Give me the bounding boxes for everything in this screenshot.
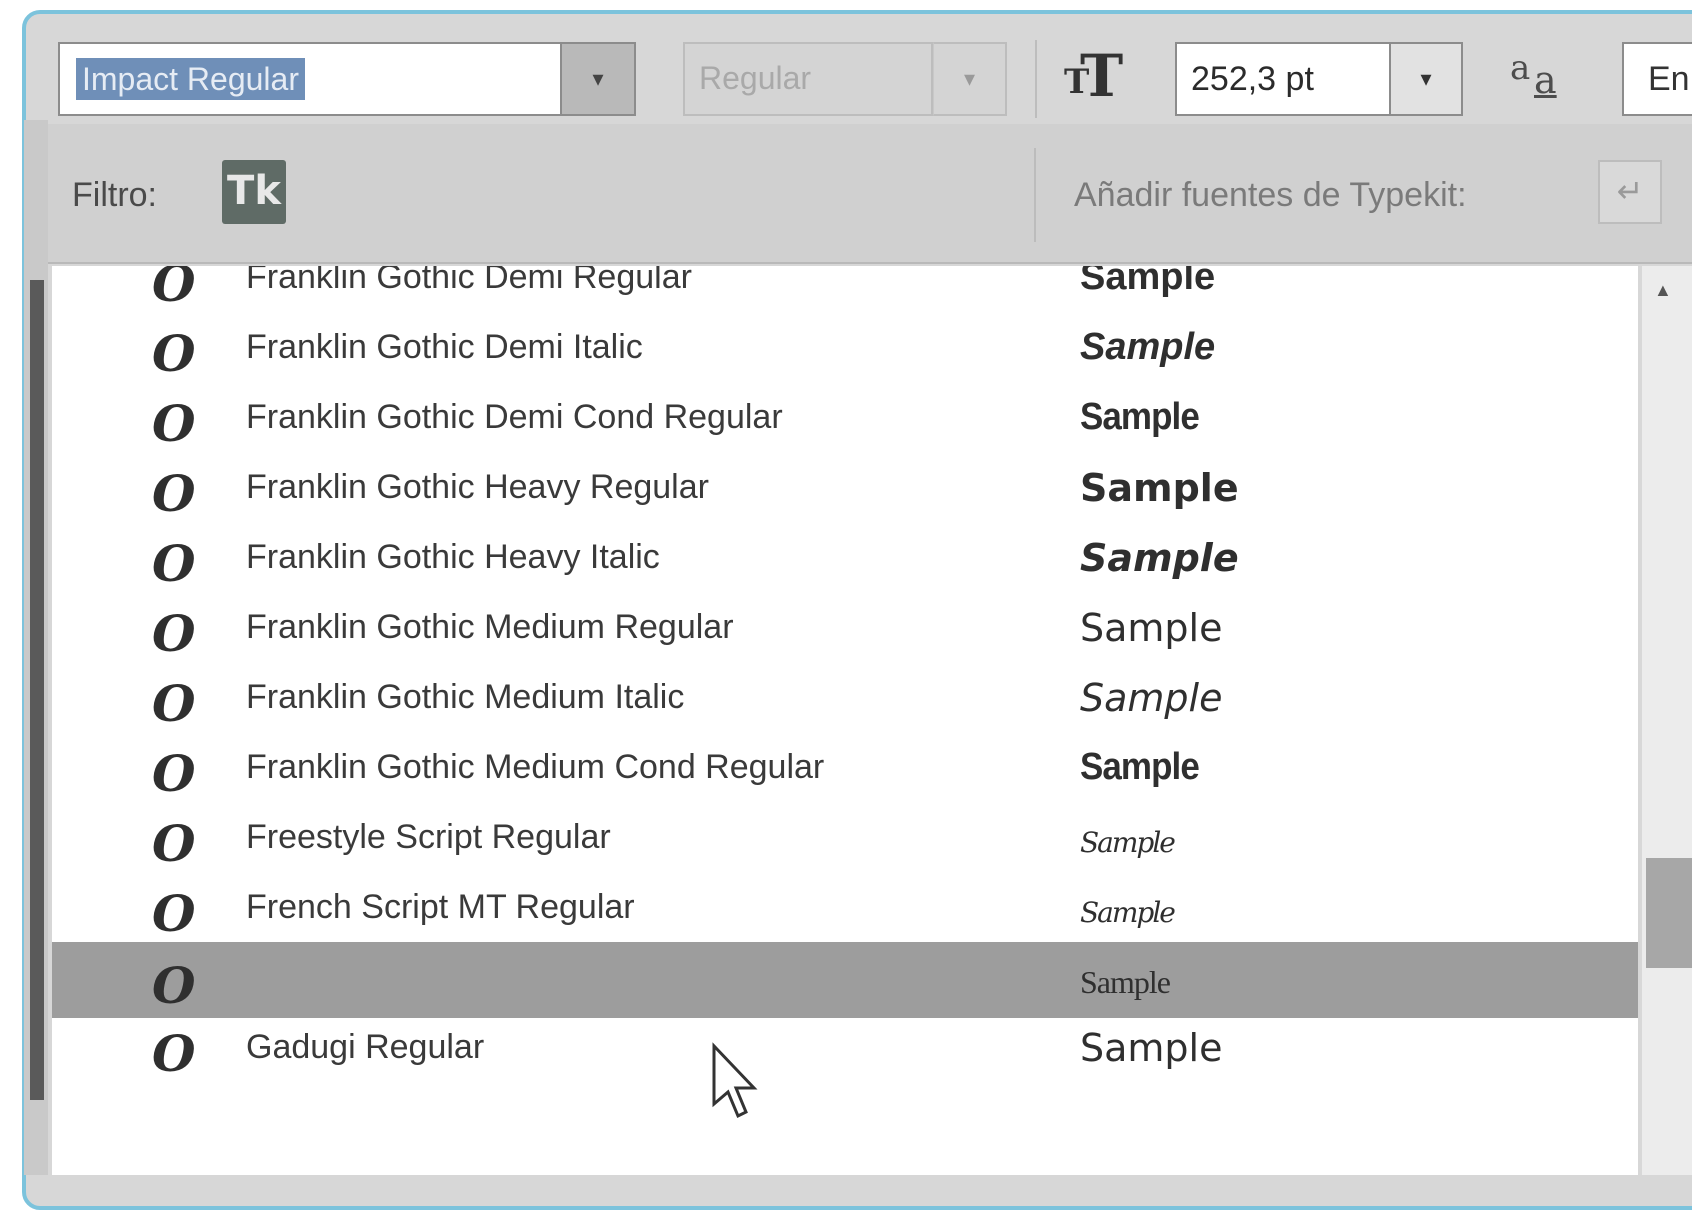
font-family-value[interactable]: Impact Regular <box>76 58 305 100</box>
font-sample-preview: Sample <box>1080 606 1223 650</box>
font-sample-preview: Sample <box>1080 466 1239 510</box>
font-list-item[interactable]: O Franklin Gothic Heavy Italic Sample <box>52 520 1638 596</box>
font-name: French Script MT Regular <box>246 888 635 926</box>
font-sample-preview: Sample <box>1080 266 1216 298</box>
add-typekit-fonts-button[interactable]: ↵ <box>1598 160 1662 224</box>
chevron-down-icon: ▾ <box>963 66 976 91</box>
font-name: Franklin Gothic Medium Italic <box>246 678 685 716</box>
chevron-down-icon: ▾ <box>1420 66 1432 91</box>
font-filter-bar: Filtro: Tk Añadir fuentes de Typekit: ↵ <box>48 124 1692 264</box>
font-list-item[interactable]: O Gadugi Regular Sample <box>52 1010 1638 1086</box>
opentype-font-icon: O <box>152 324 196 383</box>
font-list-item[interactable]: O Franklin Gothic Medium Regular Sample <box>52 590 1638 666</box>
font-list-item[interactable]: O Franklin Gothic Medium Italic Sample <box>52 660 1638 736</box>
font-style-value: Regular <box>699 60 812 96</box>
font-sample-preview: Sample <box>1080 964 1171 1000</box>
font-list-item[interactable]: O French Script MT Regular Sample <box>52 870 1638 946</box>
font-sample-preview: Sample <box>1080 326 1216 368</box>
opentype-font-icon: O <box>152 674 196 733</box>
scroll-up-arrow-icon[interactable]: ▲ <box>1654 280 1672 301</box>
font-list: O Franklin Gothic Demi Regular Sample O Fran… <box>52 266 1638 1175</box>
opentype-font-icon: O <box>152 884 196 943</box>
opentype-font-icon: O <box>152 604 196 663</box>
font-sample-preview: Sample <box>1080 676 1223 720</box>
language-value: En <box>1648 60 1690 98</box>
font-name: Franklin Gothic Demi Cond Regular <box>246 398 783 436</box>
font-list-item[interactable]: O Freestyle Script Regular Sample <box>52 800 1638 876</box>
font-size-input[interactable]: 252,3 pt <box>1175 42 1391 116</box>
font-sample-preview: Sample <box>1080 746 1200 788</box>
toolbar-divider <box>1035 40 1037 118</box>
filter-divider <box>1034 148 1036 242</box>
canvas-dark-strip <box>30 280 44 1100</box>
typekit-filter-button[interactable]: Tk <box>222 160 286 224</box>
font-name: Franklin Gothic Demi Regular <box>246 266 692 296</box>
opentype-font-icon: O <box>152 266 196 313</box>
font-size-dropdown-button[interactable]: ▾ <box>1391 42 1463 116</box>
mouse-cursor-icon <box>712 1042 758 1119</box>
font-list-item[interactable]: O Franklin Gothic Medium Cond Regular Samp… <box>52 730 1638 806</box>
font-sample-preview: Sample <box>1080 1026 1223 1070</box>
font-name: Franklin Gothic Demi Italic <box>246 328 643 366</box>
font-sample-preview: Sample <box>1080 396 1200 438</box>
background-canvas-edge <box>24 120 48 1175</box>
font-style-select[interactable]: Regular <box>683 42 933 116</box>
font-list-scrollbar[interactable]: ▲ <box>1640 266 1692 1175</box>
font-list-item[interactable]: O Franklin Gothic Demi Cond Regular Sample <box>52 380 1638 456</box>
filter-label: Filtro: <box>72 176 157 214</box>
font-list-item[interactable]: O Sample <box>52 942 1638 1018</box>
font-family-input[interactable]: Impact Regular <box>58 42 562 116</box>
font-sample-preview: Sample <box>1080 826 1176 859</box>
typekit-add-icon: ↵ <box>1616 173 1644 209</box>
scroll-thumb[interactable] <box>1646 858 1692 968</box>
font-list-item[interactable]: O Franklin Gothic Demi Regular Sample <box>52 266 1638 316</box>
typekit-icon: Tk <box>227 168 281 214</box>
font-sample-preview: Sample <box>1080 896 1176 929</box>
font-sample-preview: Sample <box>1080 536 1239 580</box>
type-toolbar: Impact Regular ▾ Regular ▾ TT 252,3 pt ▾… <box>0 0 1692 120</box>
opentype-font-icon: O <box>152 814 196 873</box>
font-name: Gadugi Regular <box>246 1028 485 1066</box>
font-style-dropdown-button[interactable]: ▾ <box>933 42 1007 116</box>
language-select[interactable]: En <box>1622 42 1692 116</box>
font-list-item[interactable]: O Franklin Gothic Heavy Regular Sample <box>52 450 1638 526</box>
opentype-font-icon: O <box>152 394 196 453</box>
chevron-down-icon: ▾ <box>592 66 604 91</box>
font-family-dropdown-button[interactable]: ▾ <box>562 42 636 116</box>
font-name: Freestyle Script Regular <box>246 818 611 856</box>
font-size-icon: TT <box>1064 42 1124 110</box>
font-size-value[interactable]: 252,3 pt <box>1191 60 1314 99</box>
font-list-item[interactable]: O Franklin Gothic Demi Italic Sample <box>52 310 1638 386</box>
font-name: Franklin Gothic Heavy Italic <box>246 538 660 576</box>
opentype-font-icon: O <box>152 534 196 593</box>
opentype-font-icon: O <box>152 744 196 803</box>
add-typekit-fonts-label: Añadir fuentes de Typekit: <box>1074 176 1467 214</box>
font-name: Franklin Gothic Medium Cond Regular <box>246 748 825 786</box>
opentype-font-icon: O <box>152 956 196 1015</box>
font-name: Franklin Gothic Heavy Regular <box>246 468 709 506</box>
opentype-font-icon: O <box>152 464 196 523</box>
opentype-font-icon: O <box>152 1024 196 1083</box>
font-name: Franklin Gothic Medium Regular <box>246 608 734 646</box>
anti-aliasing-icon: aa <box>1510 48 1557 102</box>
